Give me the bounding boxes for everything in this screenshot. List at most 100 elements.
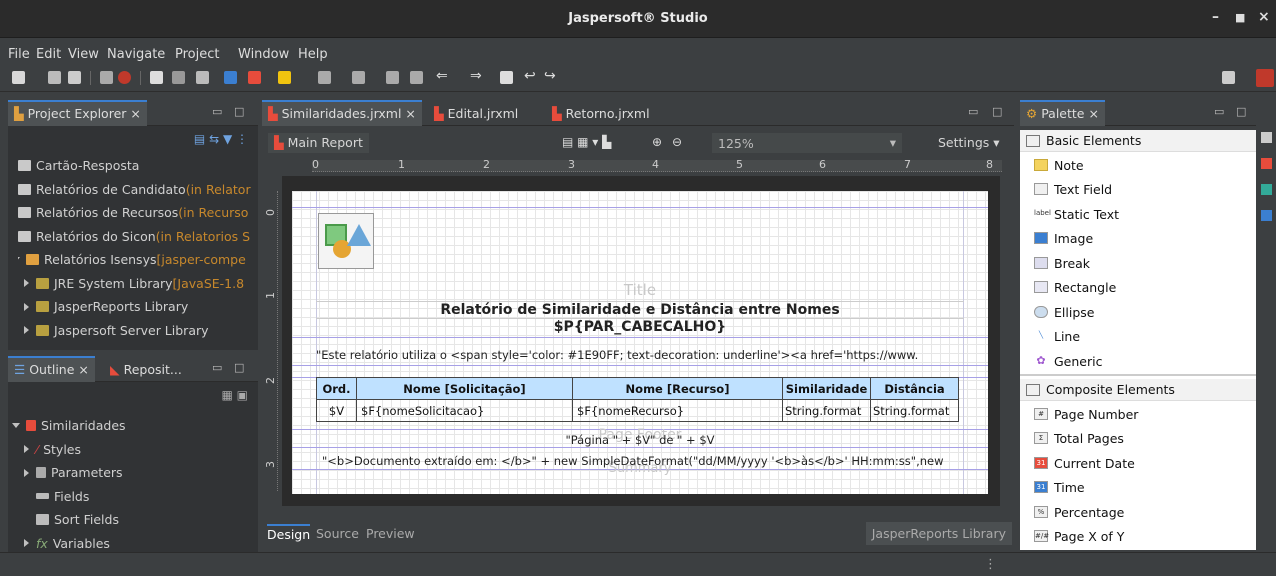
zoom-in-icon[interactable]: ⊕ <box>652 135 662 149</box>
tree-item[interactable]: Relatórios de Recursos (in Recurso <box>18 201 258 225</box>
results-table[interactable]: Ord. Nome [Solicitação] Nome [Recurso] S… <box>316 377 959 422</box>
table-header-cell[interactable]: Nome [Solicitação] <box>356 377 573 400</box>
minimize-icon[interactable]: ▭ <box>968 105 978 118</box>
table-cell[interactable]: String.format <box>870 399 959 422</box>
jasper-perspective-icon[interactable] <box>1256 69 1274 87</box>
tab-repository[interactable]: ◣ Reposit... <box>104 356 188 382</box>
palette-item-generic[interactable]: ✿ Generic <box>1020 349 1256 374</box>
compile-icon[interactable] <box>150 71 163 84</box>
palette-item-time[interactable]: 31 Time <box>1020 475 1256 500</box>
collapse-all-icon[interactable]: ▤ ⇆ ▼ ⋮ <box>194 132 248 146</box>
next-edit-icon[interactable]: ↪ <box>544 68 557 84</box>
minimize-icon[interactable]: – <box>1212 9 1219 25</box>
tab-design[interactable]: Design <box>267 524 311 542</box>
back-history-icon[interactable] <box>386 71 399 84</box>
tree-item[interactable]: Jaspersoft Server Library <box>18 319 258 343</box>
menu-view[interactable]: View <box>68 47 99 62</box>
tree-item[interactable]: Similaridades <box>12 414 126 438</box>
tree-item[interactable]: Sort Fields <box>12 508 126 532</box>
maximize-icon[interactable]: □ <box>992 105 1002 118</box>
size-icon[interactable] <box>352 71 365 84</box>
chevron-right-icon[interactable] <box>24 468 29 477</box>
align-icon[interactable] <box>318 71 331 84</box>
dataset-icon[interactable] <box>172 71 185 84</box>
data-adapter-icon[interactable] <box>1261 184 1272 195</box>
tree-item[interactable]: Relatórios Isensys [jasper-compe <box>18 248 258 272</box>
terminal-icon[interactable] <box>500 71 513 84</box>
forward-icon[interactable]: ⇒ <box>470 68 483 84</box>
palette-item-image[interactable]: Image <box>1020 226 1256 251</box>
tab-palette[interactable]: ⚙ Palette × <box>1020 100 1105 126</box>
tab-similaridades[interactable]: ▙ Similaridades.jrxml × <box>262 100 422 126</box>
menu-project[interactable]: Project <box>175 47 219 62</box>
table-header-cell[interactable]: Ord. <box>316 377 357 400</box>
report-header-param[interactable]: $P{PAR_CABECALHO} <box>316 319 964 335</box>
palette-item-total-pages[interactable]: Σ Total Pages <box>1020 426 1256 451</box>
palette-item-line[interactable]: ╲ Line <box>1020 324 1256 349</box>
tree-item[interactable]: ⁄ Styles <box>12 438 126 462</box>
tab-preview[interactable]: Preview <box>366 526 415 541</box>
zoom-select[interactable]: 125% ▾ <box>712 133 902 153</box>
minimize-icon[interactable]: ▭ <box>212 361 222 374</box>
menu-help[interactable]: Help <box>298 47 328 62</box>
chevron-right-icon[interactable] <box>24 445 29 454</box>
outline-toolbar-icon[interactable]: ▦ ▣ <box>222 388 249 402</box>
back-icon[interactable]: ⇐ <box>436 68 449 84</box>
tree-item[interactable]: Cartão-Resposta <box>18 154 258 178</box>
table-header-cell[interactable]: Nome [Recurso] <box>572 377 783 400</box>
print-icon[interactable] <box>100 71 113 84</box>
minimize-icon[interactable]: ▭ <box>1214 105 1224 118</box>
publish-icon[interactable] <box>224 71 237 84</box>
tree-item[interactable]: JRE System Library [JavaSE-1.8 <box>18 272 258 296</box>
report-state-icon[interactable] <box>1261 158 1272 169</box>
save-all-icon[interactable] <box>68 71 81 84</box>
maximize-icon[interactable]: □ <box>1236 105 1246 118</box>
menu-edit[interactable]: Edit <box>36 47 61 62</box>
palette-item-page-number[interactable]: # Page Number <box>1020 402 1256 427</box>
menu-file[interactable]: File <box>8 47 30 62</box>
maximize-icon[interactable]: □ <box>234 361 244 374</box>
palette-item-text-field[interactable]: Text Field <box>1020 177 1256 202</box>
palette-item-ellipse[interactable]: Ellipse <box>1020 300 1256 325</box>
properties-icon[interactable] <box>1261 132 1272 143</box>
wizard-icon[interactable] <box>196 71 209 84</box>
palette-item-static-text[interactable]: label Static Text <box>1020 202 1256 227</box>
extraction-date-field[interactable]: "<b>Documento extraído em: </b>" + new S… <box>322 454 972 468</box>
table-cell[interactable]: $F{nomeRecurso} <box>572 399 783 422</box>
tab-source[interactable]: Source <box>316 526 359 541</box>
palette-item-break[interactable]: Break <box>1020 251 1256 276</box>
report-page[interactable]: Title Relatório de Similaridade e Distân… <box>292 191 988 494</box>
close-icon[interactable]: × <box>1258 9 1270 25</box>
minimize-icon[interactable]: ▭ <box>212 105 222 118</box>
tree-item[interactable]: Relatórios de Candidato (in Relator <box>18 178 258 202</box>
chevron-right-icon[interactable] <box>24 326 29 335</box>
logo-image[interactable] <box>318 213 374 269</box>
html-text-field[interactable]: "Este relatório utiliza o <span style='c… <box>316 348 966 362</box>
menu-window[interactable]: Window <box>238 47 289 62</box>
settings-button[interactable]: Settings ▾ <box>938 135 1000 150</box>
forward-history-icon[interactable] <box>410 71 423 84</box>
palette-item-current-date[interactable]: 31 Current Date <box>1020 451 1256 476</box>
status-more-icon[interactable]: ⋮ <box>984 557 997 572</box>
palette-item-rectangle[interactable]: Rectangle <box>1020 275 1256 300</box>
tab-edital[interactable]: ▙ Edital.jrxml <box>428 100 524 126</box>
palette-basic-header[interactable]: Basic Elements <box>1020 130 1256 152</box>
tab-retorno[interactable]: ▙ Retorno.jrxml <box>546 100 656 126</box>
format-icon[interactable] <box>278 71 291 84</box>
palette-item-percentage[interactable]: % Percentage <box>1020 500 1256 525</box>
save-icon[interactable] <box>48 71 61 84</box>
table-cell[interactable]: String.format <box>782 399 871 422</box>
menu-navigate[interactable]: Navigate <box>107 47 165 62</box>
maximize-icon[interactable]: □ <box>234 105 244 118</box>
palette-composite-header[interactable]: Composite Elements <box>1020 379 1256 401</box>
chevron-down-icon[interactable] <box>12 423 20 429</box>
chevron-right-icon[interactable] <box>24 279 29 288</box>
main-report-button[interactable]: ▙ Main Report <box>268 133 369 153</box>
table-header-cell[interactable]: Similaridade <box>782 377 871 400</box>
tree-item[interactable]: Parameters <box>12 461 126 485</box>
run-icon[interactable] <box>248 71 261 84</box>
tree-item[interactable]: JasperReports Library <box>18 295 258 319</box>
report-title[interactable]: Relatório de Similaridade e Distância en… <box>316 301 964 319</box>
perspective-icon[interactable] <box>1222 71 1235 84</box>
chevron-right-icon[interactable] <box>24 302 29 311</box>
